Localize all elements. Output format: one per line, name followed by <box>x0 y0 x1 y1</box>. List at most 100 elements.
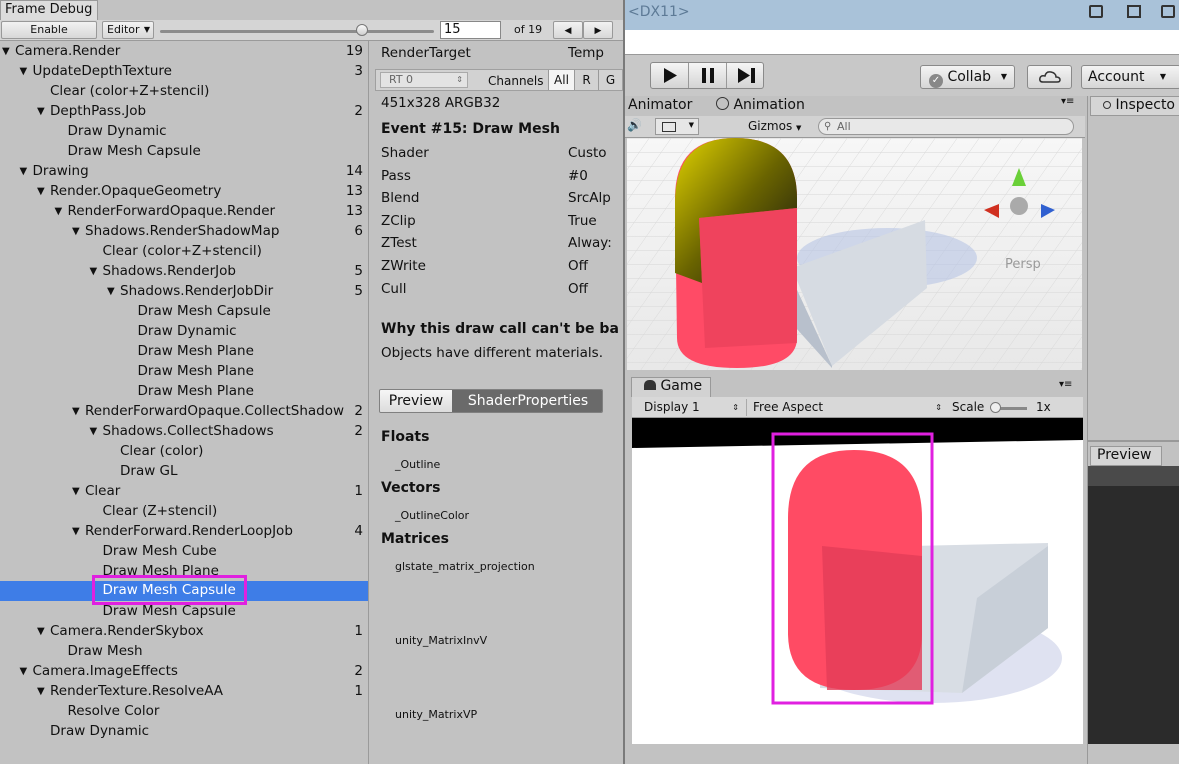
tab-menu-icon[interactable]: ▾≡ <box>1061 96 1074 107</box>
tree-row[interactable]: Draw Mesh Capsule <box>0 301 368 321</box>
tab-animation[interactable]: Animation <box>716 97 805 113</box>
next-event-button[interactable]: ▶ <box>583 21 613 39</box>
tree-row[interactable]: Draw Mesh Capsule <box>0 575 368 605</box>
expand-arrow-icon[interactable]: ▼ <box>90 422 98 442</box>
display-dropdown[interactable]: Display 1 ⇕ <box>636 399 741 416</box>
expand-arrow-icon[interactable]: ▼ <box>20 662 28 682</box>
cloud-button[interactable] <box>1027 65 1072 89</box>
scene-search-input[interactable]: ⚲ All <box>818 118 1074 135</box>
tree-row[interactable]: Resolve Color <box>0 701 368 721</box>
expand-arrow-icon[interactable]: ▼ <box>37 102 45 122</box>
expand-arrow-icon[interactable]: ▼ <box>37 682 45 702</box>
play-button[interactable] <box>651 63 689 88</box>
inspector-panel: Inspecto Preview <box>1087 96 1179 764</box>
tree-row[interactable]: Clear (color) <box>0 441 368 461</box>
tree-row[interactable]: ▼ RenderForwardOpaque.CollectShadow 2 <box>0 401 368 421</box>
tree-row[interactable]: ▼ Camera.RenderSkybox 1 <box>0 621 368 641</box>
tree-row[interactable]: Draw Dynamic <box>0 121 368 141</box>
vector-item: _OutlineColor <box>395 509 470 522</box>
tree-row[interactable]: ▼ UpdateDepthTexture 3 <box>0 61 368 81</box>
tree-row[interactable]: ▼ Shadows.RenderJobDir 5 <box>0 281 368 301</box>
previous-event-button[interactable]: ◀ <box>553 21 583 39</box>
channel-r-button[interactable]: R <box>574 70 598 90</box>
expand-arrow-icon[interactable]: ▼ <box>72 522 80 542</box>
tree-row[interactable]: Draw Mesh Capsule <box>0 141 368 161</box>
expand-arrow-icon[interactable]: ▼ <box>20 162 28 182</box>
scene-view[interactable]: Persp <box>627 138 1082 370</box>
expand-arrow-icon[interactable]: ▼ <box>20 62 28 82</box>
tree-row[interactable]: ▼ Camera.Render 19 <box>0 41 368 61</box>
pause-button[interactable] <box>689 63 727 88</box>
audio-icon[interactable]: 🔊 <box>627 118 649 135</box>
collab-button[interactable]: ✓ Collab ▼ <box>920 65 1015 89</box>
render-state-value: Off <box>568 258 588 274</box>
tab-preview[interactable]: Preview <box>380 390 452 412</box>
tree-row[interactable]: ▼ RenderForward.RenderLoopJob 4 <box>0 521 368 541</box>
enable-button[interactable]: Enable <box>1 21 97 39</box>
tree-row[interactable]: Clear (color+Z+stencil) <box>0 81 368 101</box>
tree-row[interactable]: Clear (color+Z+stencil) <box>0 241 368 261</box>
restore-icon[interactable] <box>1161 5 1175 18</box>
frame-debug-title-tab[interactable]: Frame Debug <box>0 0 98 20</box>
tab-inspector[interactable]: Inspecto <box>1090 96 1179 116</box>
minimize-icon[interactable] <box>1089 5 1103 18</box>
account-button[interactable]: Account ▼ <box>1081 65 1179 89</box>
channel-all-button[interactable]: All <box>548 70 574 90</box>
tree-row[interactable]: ▼ RenderTexture.ResolveAA 1 <box>0 681 368 701</box>
tab-game-label: Game <box>660 378 703 394</box>
tree-row[interactable]: Draw Mesh Plane <box>0 381 368 401</box>
rt-select[interactable]: RT 0 ⇕ <box>380 72 468 88</box>
tree-row[interactable]: ▼ DepthPass.Job 2 <box>0 101 368 121</box>
tree-row[interactable]: Draw Mesh Cube <box>0 541 368 561</box>
dropdown-arrow-icon: ▼ <box>688 121 694 129</box>
next-arrow-icon: ▶ <box>594 26 602 36</box>
tree-row[interactable]: ▼ Render.OpaqueGeometry 13 <box>0 181 368 201</box>
tree-row[interactable]: ▼ RenderForwardOpaque.Render 13 <box>0 201 368 221</box>
tab-game[interactable]: Game <box>631 377 711 397</box>
event-slider-thumb[interactable] <box>355 24 368 36</box>
tree-row[interactable]: Draw GL <box>0 461 368 481</box>
tab-preview-panel[interactable]: Preview <box>1090 446 1162 466</box>
tree-row[interactable]: ▼ Drawing 14 <box>0 161 368 181</box>
aspect-dropdown[interactable]: Free Aspect ⇕ <box>746 399 944 416</box>
render-target-value[interactable]: Temp <box>568 45 604 61</box>
expand-arrow-icon[interactable]: ▼ <box>107 282 115 302</box>
tree-row[interactable]: Draw Dynamic <box>0 721 368 741</box>
maximize-icon[interactable] <box>1127 5 1141 18</box>
tree-row[interactable]: ▼ Shadows.RenderJob 5 <box>0 261 368 281</box>
event-slider-track[interactable] <box>160 30 434 33</box>
gizmos-dropdown[interactable]: Gizmos ▼ <box>742 118 812 135</box>
tree-row[interactable]: Draw Dynamic <box>0 321 368 341</box>
tree-row[interactable]: Draw Mesh Plane <box>0 341 368 361</box>
tree-row[interactable]: Draw Mesh <box>0 641 368 661</box>
tree-row[interactable]: ▼ Shadows.CollectShadows 2 <box>0 421 368 441</box>
tree-row[interactable]: ▼ Camera.ImageEffects 2 <box>0 661 368 681</box>
editor-dropdown[interactable]: Editor ▼ <box>102 21 154 39</box>
expand-arrow-icon[interactable]: ▼ <box>72 482 80 502</box>
tree-row[interactable]: Draw Mesh Plane <box>0 361 368 381</box>
tree-row[interactable]: Clear (Z+stencil) <box>0 501 368 521</box>
game-view[interactable] <box>632 418 1083 744</box>
expand-arrow-icon[interactable]: ▼ <box>72 222 80 242</box>
step-button[interactable] <box>727 63 765 88</box>
effects-dropdown[interactable]: ▼ <box>655 118 699 135</box>
tree-row[interactable]: ▼ Clear 1 <box>0 481 368 501</box>
event-index-field[interactable]: 15 <box>440 21 501 39</box>
event-title: Event #15: Draw Mesh <box>381 121 560 137</box>
expand-arrow-icon[interactable]: ▼ <box>72 402 80 422</box>
expand-arrow-icon[interactable]: ▼ <box>37 622 45 642</box>
channel-g-button[interactable]: G <box>598 70 622 90</box>
tree-row-label: UpdateDepthTexture <box>32 63 172 79</box>
expand-arrow-icon[interactable]: ▼ <box>90 262 98 282</box>
tab-shader-properties[interactable]: ShaderProperties <box>452 390 602 412</box>
expand-arrow-icon[interactable]: ▼ <box>2 42 10 62</box>
tab-animator[interactable]: Animator <box>628 97 692 113</box>
floats-heading: Floats <box>381 429 430 445</box>
scale-slider-thumb[interactable] <box>990 402 1001 413</box>
tree-row[interactable]: ▼ Shadows.RenderShadowMap 6 <box>0 221 368 241</box>
expand-arrow-icon[interactable]: ▼ <box>55 202 63 222</box>
tab-menu-icon[interactable]: ▾≡ <box>1059 379 1072 390</box>
tree-row[interactable]: Draw Mesh Capsule <box>0 601 368 621</box>
previous-arrow-icon: ◀ <box>564 26 572 36</box>
expand-arrow-icon[interactable]: ▼ <box>37 182 45 202</box>
